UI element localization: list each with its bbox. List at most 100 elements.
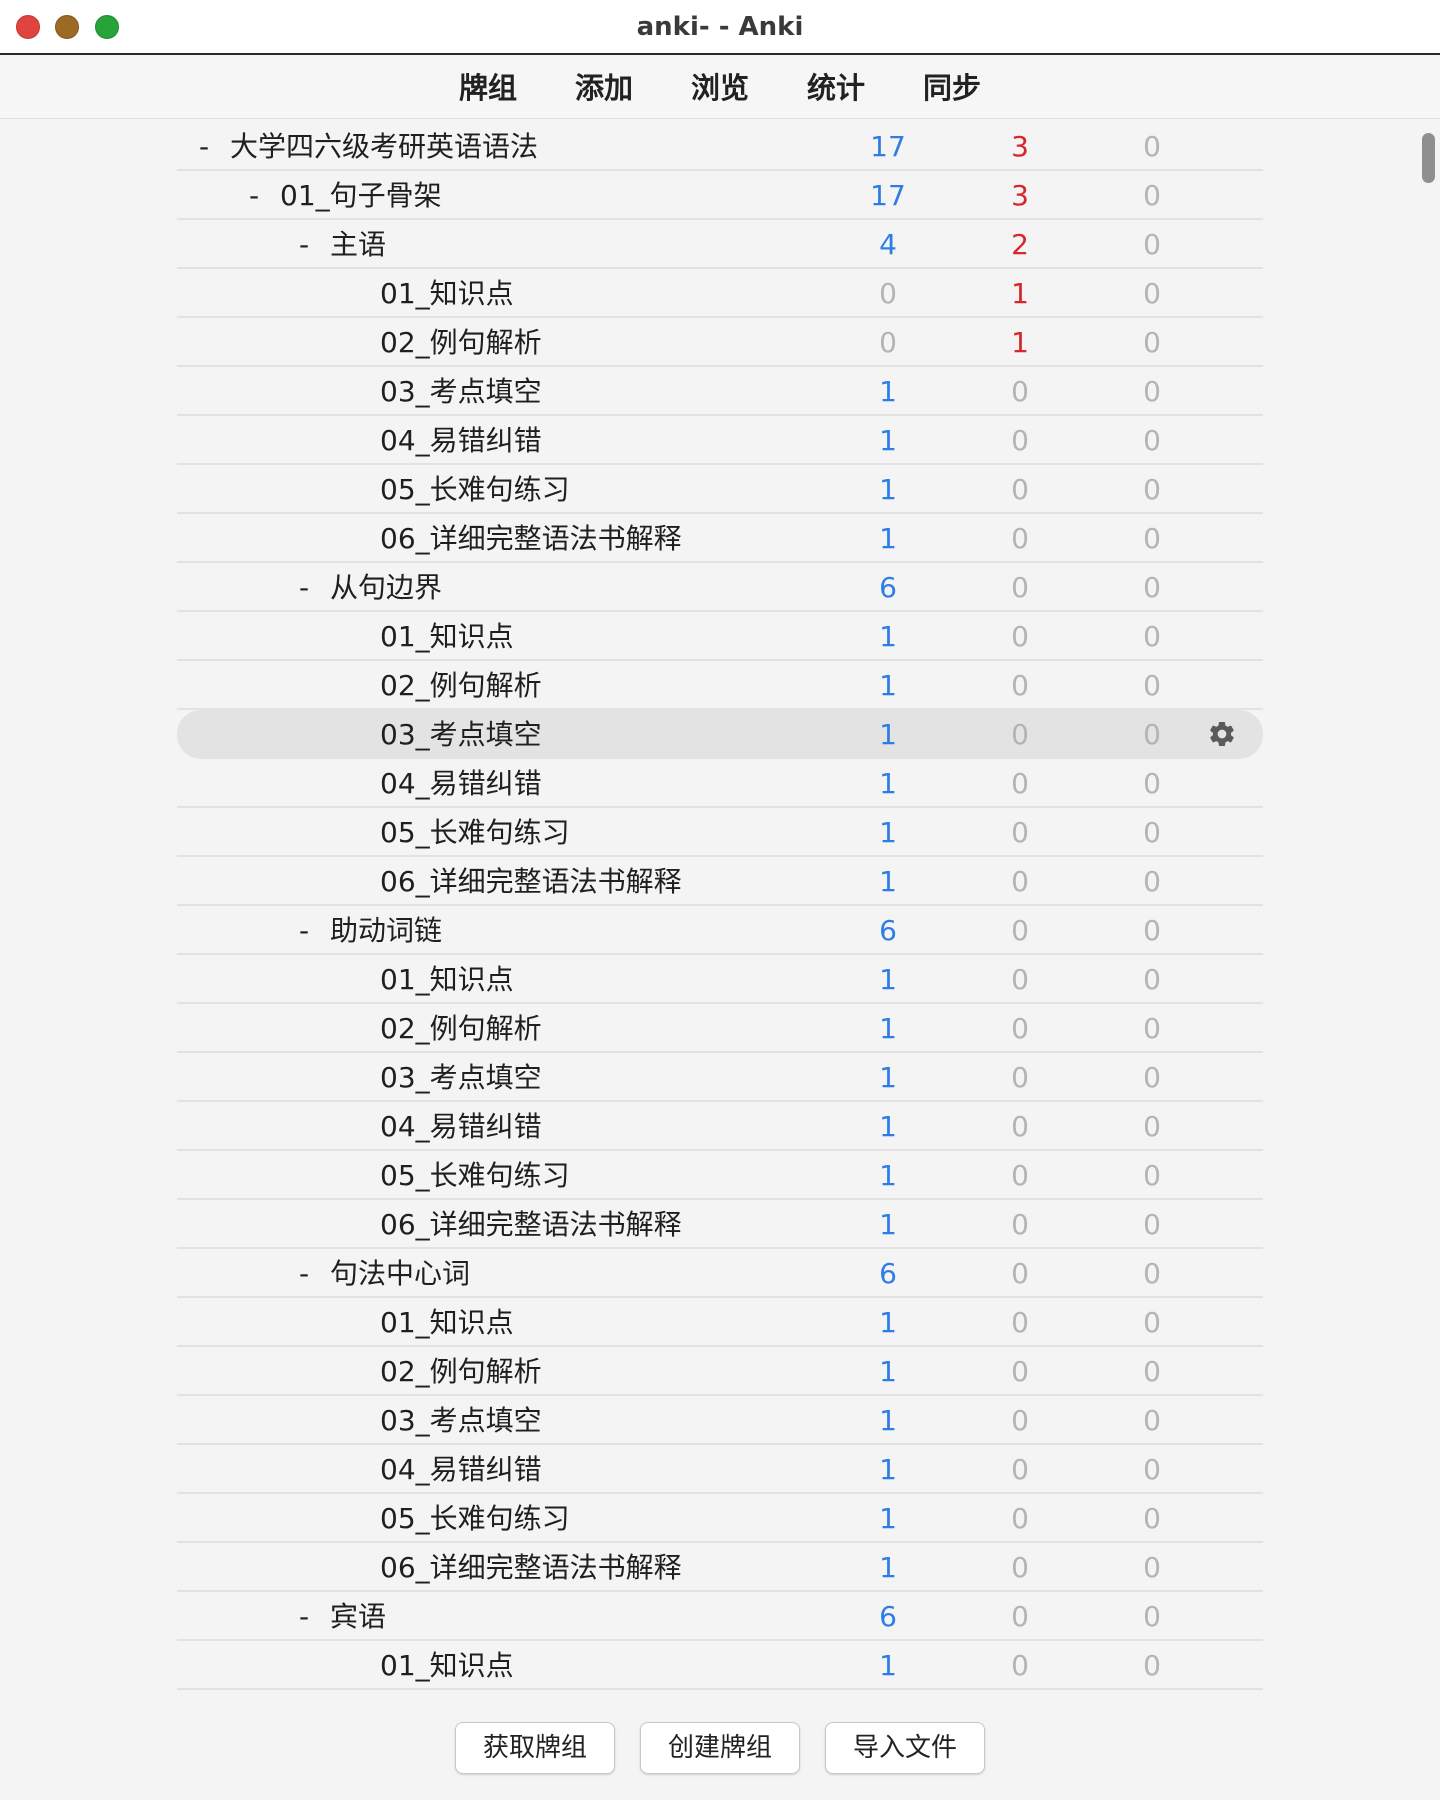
deck-name[interactable]: 05_长难句练习 bbox=[380, 1494, 570, 1543]
deck-row[interactable]: 03_考点填空 1 0 0 bbox=[177, 1396, 1263, 1445]
deck-name[interactable]: 04_易错纠错 bbox=[380, 1445, 542, 1494]
deck-name[interactable]: 宾语 bbox=[330, 1592, 386, 1641]
deck-list: - 大学四六级考研英语语法 17 3 0-01_句子骨架 17 3 0- 主语 4 2 0 01_知识点… bbox=[177, 122, 1263, 1690]
gear-icon[interactable] bbox=[1207, 719, 1237, 749]
deck-due-count: 0 bbox=[1143, 375, 1161, 408]
toolbar-browse[interactable]: 浏览 bbox=[691, 57, 749, 119]
toolbar-stats[interactable]: 统计 bbox=[807, 57, 865, 119]
deck-row[interactable]: - 从句边界 6 0 0 bbox=[177, 563, 1263, 612]
deck-row[interactable]: 04_易错纠错 1 0 0 bbox=[177, 759, 1263, 808]
deck-name[interactable]: 03_考点填空 bbox=[380, 1053, 542, 1102]
deck-row[interactable]: - 助动词链 6 0 0 bbox=[177, 906, 1263, 955]
deck-name[interactable]: 05_长难句练习 bbox=[380, 465, 570, 514]
deck-new-count: 1 bbox=[879, 1649, 897, 1682]
deck-row[interactable]: 05_长难句练习 1 0 0 bbox=[177, 465, 1263, 514]
deck-row[interactable]: - 大学四六级考研英语语法 17 3 0 bbox=[177, 122, 1263, 171]
deck-row[interactable]: 01_知识点 0 1 0 bbox=[177, 269, 1263, 318]
deck-row[interactable]: 01_知识点 1 0 0 bbox=[177, 1298, 1263, 1347]
deck-row[interactable]: 05_长难句练习 1 0 0 bbox=[177, 1151, 1263, 1200]
deck-name[interactable]: 02_例句解析 bbox=[380, 1347, 542, 1396]
deck-row[interactable]: -01_句子骨架 17 3 0 bbox=[177, 171, 1263, 220]
deck-row[interactable]: 03_考点填空 1 0 0 bbox=[177, 1053, 1263, 1102]
deck-row[interactable]: 02_例句解析 1 0 0 bbox=[177, 661, 1263, 710]
deck-name[interactable]: 01_知识点 bbox=[380, 269, 514, 318]
deck-name[interactable]: 04_易错纠错 bbox=[380, 1102, 542, 1151]
deck-new-count: 1 bbox=[879, 473, 897, 506]
deck-due-count: 0 bbox=[1143, 1551, 1161, 1584]
deck-row[interactable]: 01_知识点 1 0 0 bbox=[177, 612, 1263, 661]
toolbar-decks[interactable]: 牌组 bbox=[459, 57, 517, 119]
deck-row[interactable]: 05_长难句练习 1 0 0 bbox=[177, 808, 1263, 857]
collapse-toggle[interactable]: - bbox=[299, 1249, 309, 1298]
deck-row[interactable]: 02_例句解析 1 0 0 bbox=[177, 1004, 1263, 1053]
deck-learn-count: 0 bbox=[1011, 1600, 1029, 1633]
deck-name[interactable]: 02_例句解析 bbox=[380, 318, 542, 367]
deck-name[interactable]: 01_句子骨架 bbox=[280, 171, 442, 220]
deck-row[interactable]: 02_例句解析 1 0 0 bbox=[177, 1347, 1263, 1396]
deck-name[interactable]: 06_详细完整语法书解释 bbox=[380, 514, 682, 563]
collapse-toggle[interactable]: - bbox=[249, 171, 259, 220]
collapse-toggle[interactable]: - bbox=[299, 563, 309, 612]
deck-name[interactable]: 02_例句解析 bbox=[380, 661, 542, 710]
deck-name[interactable]: 04_易错纠错 bbox=[380, 416, 542, 465]
window-title: anki- - Anki bbox=[636, 12, 804, 42]
deck-row[interactable]: - 主语 4 2 0 bbox=[177, 220, 1263, 269]
toolbar-sync[interactable]: 同步 bbox=[923, 57, 981, 119]
collapse-toggle[interactable]: - bbox=[199, 122, 209, 171]
deck-row[interactable]: 06_详细完整语法书解释 1 0 0 bbox=[177, 1200, 1263, 1249]
deck-name[interactable]: 06_详细完整语法书解释 bbox=[380, 857, 682, 906]
deck-name[interactable]: 01_知识点 bbox=[380, 955, 514, 1004]
deck-due-count: 0 bbox=[1143, 424, 1161, 457]
toolbar-add[interactable]: 添加 bbox=[575, 57, 633, 119]
deck-row[interactable]: - 宾语 6 0 0 bbox=[177, 1592, 1263, 1641]
collapse-toggle[interactable]: - bbox=[299, 1592, 309, 1641]
deck-row[interactable]: 02_例句解析 0 1 0 bbox=[177, 318, 1263, 367]
deck-row[interactable]: - 句法中心词 6 0 0 bbox=[177, 1249, 1263, 1298]
deck-row[interactable]: 05_长难句练习 1 0 0 bbox=[177, 1494, 1263, 1543]
collapse-toggle[interactable]: - bbox=[299, 906, 309, 955]
create-deck-button[interactable]: 创建牌组 bbox=[639, 1722, 800, 1774]
deck-name[interactable]: 05_长难句练习 bbox=[380, 1151, 570, 1200]
deck-name[interactable]: 句法中心词 bbox=[330, 1249, 470, 1298]
deck-row[interactable]: 04_易错纠错 1 0 0 bbox=[177, 416, 1263, 465]
deck-name[interactable]: 01_知识点 bbox=[380, 1641, 514, 1690]
deck-row[interactable]: 04_易错纠错 1 0 0 bbox=[177, 1445, 1263, 1494]
get-shared-button[interactable]: 获取牌组 bbox=[454, 1722, 615, 1774]
deck-name[interactable]: 01_知识点 bbox=[380, 1298, 514, 1347]
deck-due-count: 0 bbox=[1143, 228, 1161, 261]
deck-due-count: 0 bbox=[1143, 620, 1161, 653]
deck-name[interactable]: 04_易错纠错 bbox=[380, 759, 542, 808]
deck-name[interactable]: 03_考点填空 bbox=[380, 1396, 542, 1445]
scrollbar-track[interactable] bbox=[1420, 130, 1436, 1710]
import-file-button[interactable]: 导入文件 bbox=[825, 1722, 986, 1774]
deck-name[interactable]: 05_长难句练习 bbox=[380, 808, 570, 857]
deck-name[interactable]: 01_知识点 bbox=[380, 612, 514, 661]
deck-row[interactable]: 06_详细完整语法书解释 1 0 0 bbox=[177, 514, 1263, 563]
deck-row[interactable]: 03_考点填空 1 0 0 bbox=[177, 367, 1263, 416]
deck-row[interactable]: 01_知识点 1 0 0 bbox=[177, 1641, 1263, 1690]
deck-name[interactable]: 06_详细完整语法书解释 bbox=[380, 1543, 682, 1592]
deck-row[interactable]: 03_考点填空 1 0 0 bbox=[177, 710, 1263, 759]
deck-learn-count: 0 bbox=[1011, 1110, 1029, 1143]
scrollbar-thumb[interactable] bbox=[1422, 133, 1435, 183]
deck-row[interactable]: 06_详细完整语法书解释 1 0 0 bbox=[177, 1543, 1263, 1592]
deck-name[interactable]: 02_例句解析 bbox=[380, 1004, 542, 1053]
deck-name[interactable]: 06_详细完整语法书解释 bbox=[380, 1200, 682, 1249]
deck-due-count: 0 bbox=[1143, 277, 1161, 310]
deck-learn-count: 2 bbox=[1011, 228, 1029, 261]
deck-name[interactable]: 03_考点填空 bbox=[380, 367, 542, 416]
deck-due-count: 0 bbox=[1143, 1502, 1161, 1535]
deck-new-count: 1 bbox=[879, 1159, 897, 1192]
deck-row[interactable]: 06_详细完整语法书解释 1 0 0 bbox=[177, 857, 1263, 906]
deck-row[interactable]: 04_易错纠错 1 0 0 bbox=[177, 1102, 1263, 1151]
deck-name[interactable]: 从句边界 bbox=[330, 563, 442, 612]
deck-row[interactable]: 01_知识点 1 0 0 bbox=[177, 955, 1263, 1004]
deck-learn-count: 0 bbox=[1011, 1404, 1029, 1437]
deck-name[interactable]: 助动词链 bbox=[330, 906, 442, 955]
collapse-toggle[interactable]: - bbox=[299, 220, 309, 269]
deck-due-count: 0 bbox=[1143, 1306, 1161, 1339]
deck-name[interactable]: 03_考点填空 bbox=[380, 710, 542, 759]
deck-name[interactable]: 大学四六级考研英语语法 bbox=[230, 122, 538, 171]
deck-due-count: 0 bbox=[1143, 1649, 1161, 1682]
deck-name[interactable]: 主语 bbox=[330, 220, 386, 269]
